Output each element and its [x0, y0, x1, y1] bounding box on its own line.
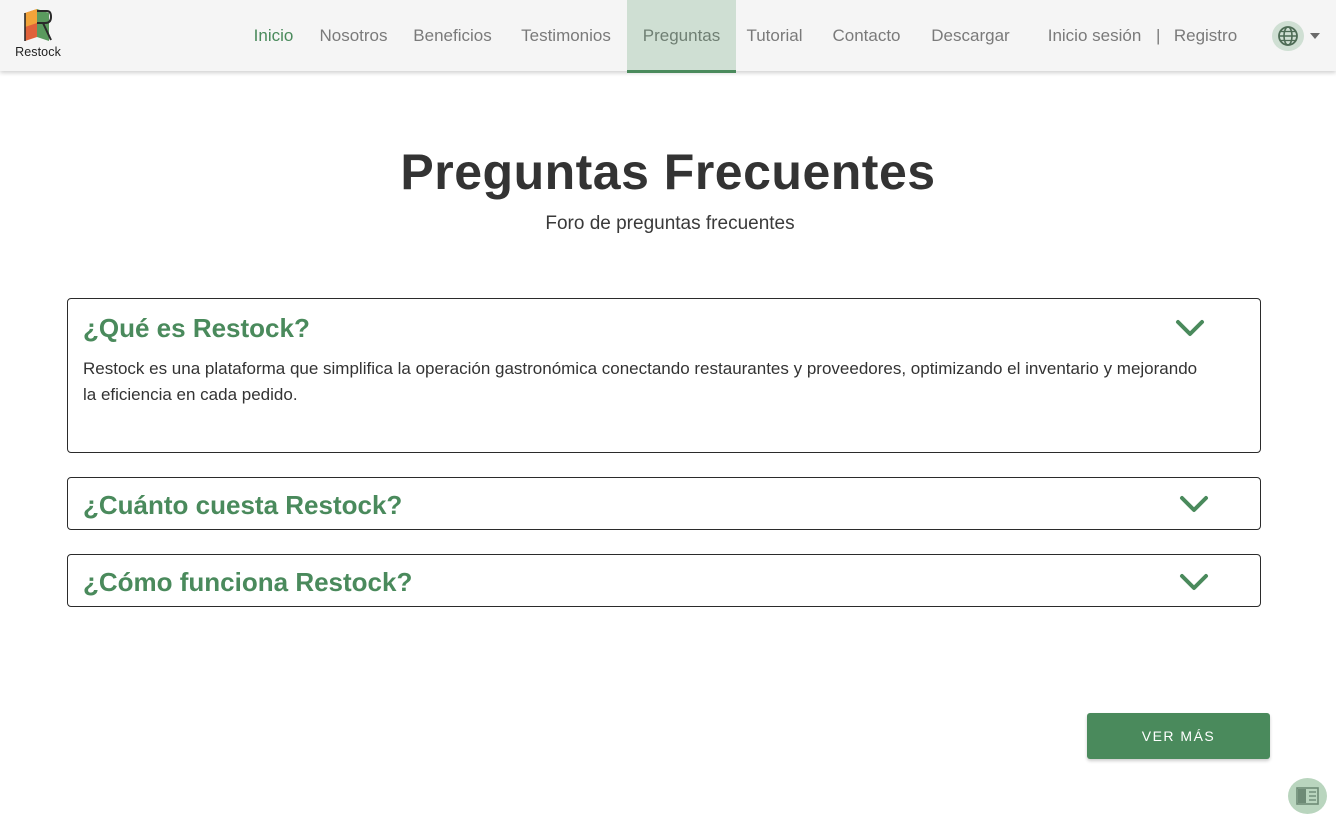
faq-question[interactable]: ¿Qué es Restock? [83, 313, 310, 344]
nav-testimonios[interactable]: Testimonios [510, 0, 622, 73]
faq-item-que-es: ¿Qué es Restock? Restock es una platafor… [67, 298, 1261, 453]
faq-question[interactable]: ¿Cómo funciona Restock? [83, 567, 412, 598]
nav-nosotros[interactable]: Nosotros [312, 0, 395, 73]
nav-preguntas[interactable]: Preguntas [627, 0, 736, 73]
nav-descargar[interactable]: Descargar [922, 0, 1019, 73]
logo-text: Restock [15, 45, 61, 59]
logo-mark-icon [24, 9, 53, 41]
language-selector[interactable] [1272, 21, 1304, 51]
nav-separator: | [1156, 26, 1161, 45]
reader-mode-icon [1296, 787, 1319, 805]
nav-inicio[interactable]: Inicio [246, 0, 301, 73]
chevron-down-icon[interactable] [1179, 495, 1209, 513]
faq-answer: Restock es una plataforma que simplifica… [83, 359, 1198, 404]
nav-beneficios[interactable]: Beneficios [405, 0, 500, 73]
login-link[interactable]: Inicio sesión [1040, 0, 1149, 73]
reader-mode-button[interactable] [1288, 778, 1327, 814]
chevron-down-icon[interactable] [1179, 573, 1209, 591]
faq-item-cuanto-cuesta[interactable]: ¿Cuánto cuesta Restock? [67, 477, 1261, 530]
nav-tutorial[interactable]: Tutorial [739, 0, 810, 73]
faq-item-como-funciona[interactable]: ¿Cómo funciona Restock? [67, 554, 1261, 607]
site-header: Restock Inicio Nosotros Beneficios Testi… [0, 0, 1336, 73]
faq-question[interactable]: ¿Cuánto cuesta Restock? [83, 490, 402, 521]
restock-logo[interactable]: Restock [14, 7, 64, 63]
nav-contacto[interactable]: Contacto [822, 0, 911, 73]
globe-icon [1278, 26, 1298, 46]
register-link[interactable]: Registro [1168, 0, 1243, 73]
caret-down-icon[interactable] [1310, 33, 1320, 39]
chevron-down-icon[interactable] [1175, 319, 1205, 337]
page-title: Preguntas Frecuentes [400, 144, 936, 200]
page-subtitle: Foro de preguntas frecuentes [545, 213, 795, 234]
ver-mas-button[interactable]: VER MÁS [1087, 713, 1270, 759]
